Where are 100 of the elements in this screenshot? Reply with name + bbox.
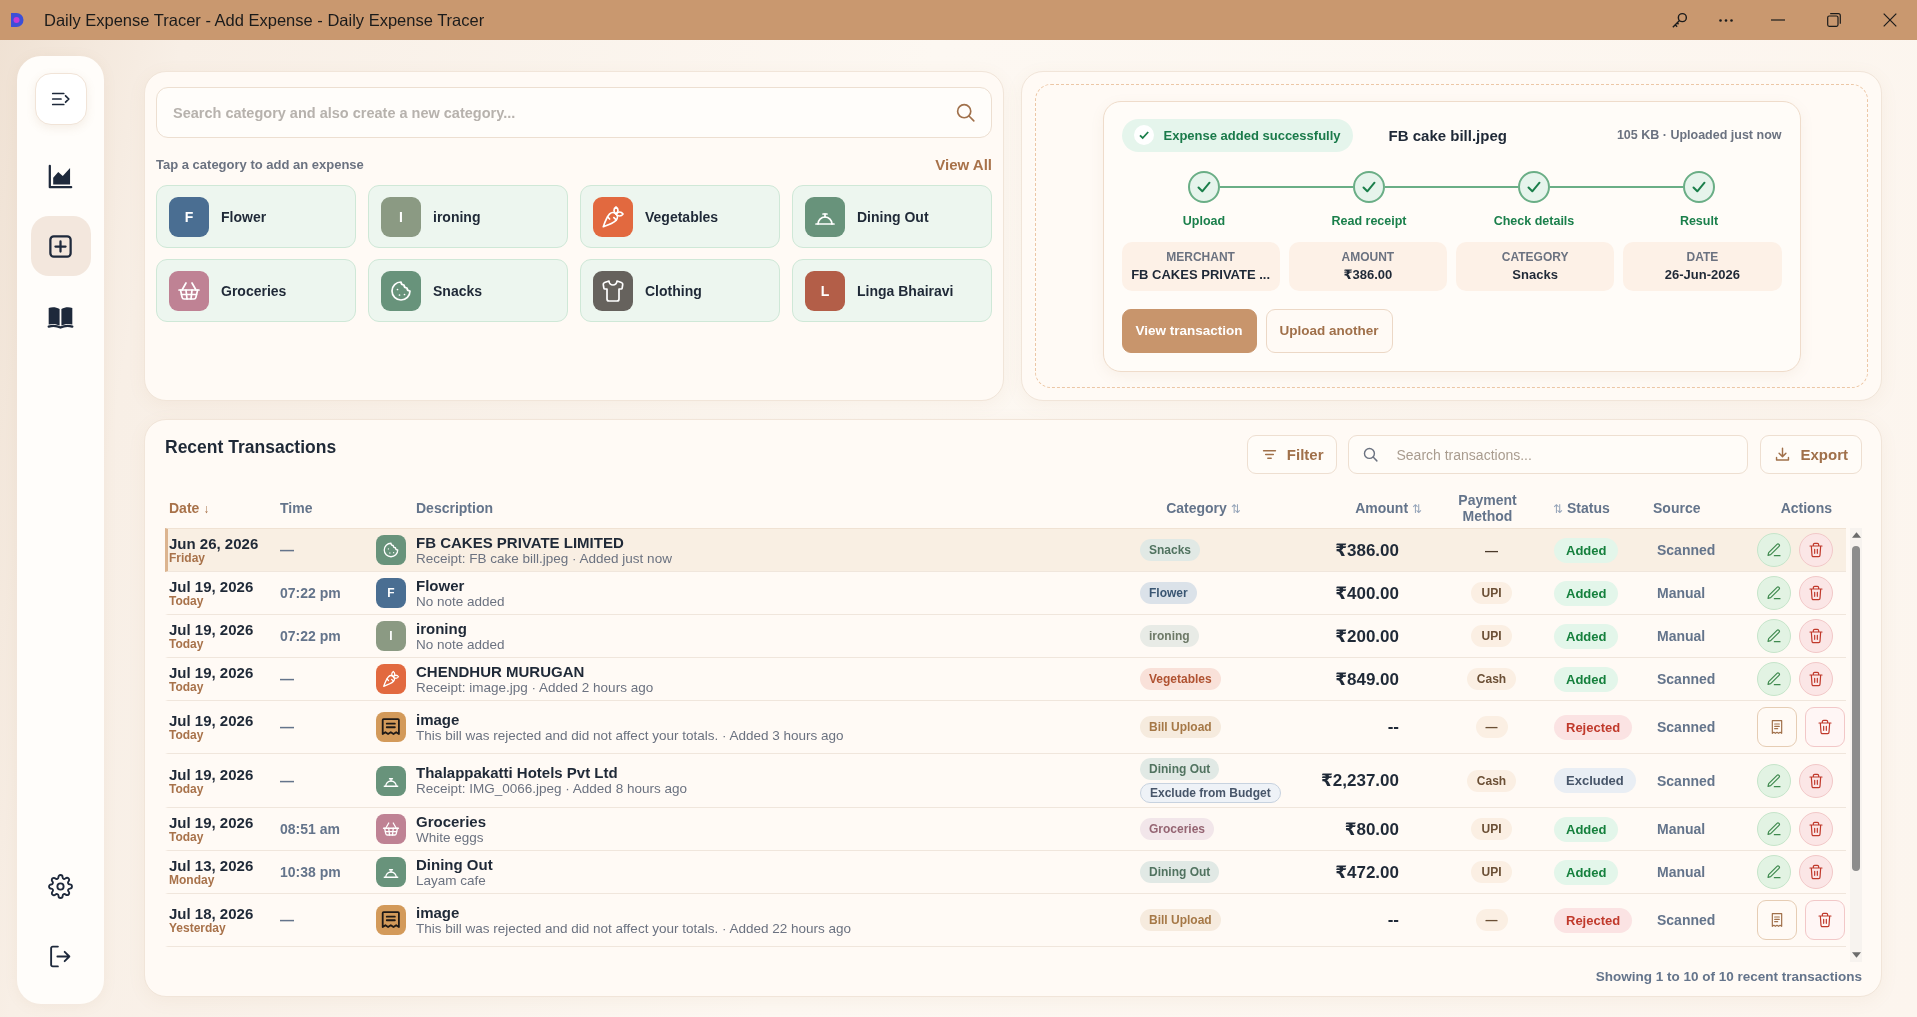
category-tag: Groceries (1140, 818, 1215, 840)
category-card[interactable]: L Linga Bhairavi (792, 259, 992, 322)
delete-button[interactable] (1799, 763, 1833, 798)
edit-button[interactable] (1757, 619, 1791, 653)
delete-button[interactable] (1805, 707, 1845, 747)
delete-button[interactable] (1799, 619, 1833, 653)
trash-icon (1817, 719, 1833, 735)
view-receipt-button[interactable] (1757, 900, 1797, 940)
table-row[interactable]: Jul 19, 2026 Today 08:51 am Groceries White eggs Groceries ₹80.00 UPI Added Manual (165, 808, 1846, 851)
table-row[interactable]: Jul 13, 2026 Monday 10:38 pm Dining Out Layam cafe Dining Out ₹472.00 UPI Added Manual (165, 851, 1846, 894)
category-tag: Vegetables (1140, 668, 1221, 690)
category-card[interactable]: Clothing (580, 259, 780, 322)
more-icon (1719, 18, 1733, 22)
category-search-field[interactable]: Search category and also create a new category... (156, 87, 992, 138)
column-header: Time (280, 499, 313, 516)
category-card[interactable]: Vegetables (580, 185, 780, 248)
column-header[interactable]: Amount ⇅ (1355, 499, 1422, 516)
category-tag: Flower (1140, 582, 1197, 604)
payment-method: Cash (1466, 769, 1517, 792)
file-name: FB cake bill.jpeg (1388, 126, 1507, 144)
trash-icon (1808, 671, 1824, 687)
initial-avatar: I (381, 196, 421, 237)
table-row[interactable]: Jul 19, 2026 Today 07:22 pm F Flower No note added Flower ₹400.00 UPI Added Manual (165, 572, 1846, 615)
transaction-search-field[interactable]: Search transactions... (1348, 435, 1749, 474)
upload-another-button[interactable]: Upload another (1265, 308, 1393, 353)
key-icon (1669, 10, 1689, 30)
search-icon (1362, 446, 1380, 463)
plus-square-icon (47, 232, 74, 260)
receipt-icon (1769, 912, 1785, 928)
settings-icon (48, 873, 73, 899)
row-date: Jul 19, 2026 (169, 578, 254, 595)
column-header[interactable]: Category ⇅ (1166, 499, 1241, 516)
delete-button[interactable] (1799, 576, 1833, 610)
edit-button[interactable] (1757, 855, 1791, 889)
edit-button[interactable] (1757, 662, 1791, 696)
row-title: Thalappakatti Hotels Pvt Ltd (416, 764, 619, 781)
detail-label: CATEGORY (1501, 250, 1569, 264)
row-amount: ₹80.00 (1344, 818, 1399, 840)
delete-button[interactable] (1799, 533, 1833, 567)
row-time: 07:22 pm (280, 585, 341, 601)
delete-button[interactable] (1799, 855, 1833, 889)
trash-icon (1808, 585, 1824, 601)
table-row[interactable]: Jul 19, 2026 Today — image This bill was rejected and did not affect your totals. · Added 3 hours ago Bill Upload -- — Rejected Scanned (165, 701, 1846, 754)
detail-label: DATE (1686, 250, 1719, 264)
row-title: Groceries (416, 812, 487, 830)
restore-icon (1827, 13, 1841, 27)
row-note: Layam cafe (416, 872, 487, 889)
row-source: Manual (1657, 585, 1706, 601)
payment-method: UPI (1471, 625, 1512, 647)
export-button[interactable]: Export (1760, 435, 1862, 474)
column-header: Description (416, 499, 493, 516)
edit-button[interactable] (1757, 576, 1791, 610)
row-source: Manual (1657, 628, 1706, 644)
file-info: 105 KB · Uploaded just now (1616, 128, 1782, 142)
row-date: Jul 19, 2026 (169, 712, 254, 729)
category-card[interactable]: Dining Out (792, 185, 992, 248)
table-row[interactable]: Jun 26, 2026 Friday — FB CAKES PRIVATE LIMITED Receipt: FB cake bill.jpeg · Added just now Snacks ₹386.00 — Added Scanned (165, 528, 1846, 572)
row-note: Receipt: IMG_0066.jpeg · Added 8 hours ago (416, 781, 687, 797)
scrollbar[interactable] (1850, 528, 1862, 962)
row-date: Jul 13, 2026 (169, 857, 254, 874)
scrollbar-thumb[interactable] (1852, 546, 1860, 871)
status-tag: Rejected (1554, 907, 1633, 933)
table-row[interactable]: Jul 18, 2026 Yesterday — image This bill was rejected and did not affect your totals. · Added 22 hours ago Bill Upload -- — Rejected Scanned (165, 894, 1846, 947)
trash-icon (1808, 772, 1824, 789)
trash-icon (1808, 628, 1824, 644)
delete-button[interactable] (1799, 662, 1833, 696)
delete-button[interactable] (1805, 900, 1845, 940)
edit-button[interactable] (1757, 763, 1791, 798)
category-card[interactable]: Snacks (368, 259, 568, 322)
category-card[interactable]: F Flower (156, 185, 356, 248)
table-row[interactable]: Jul 19, 2026 Today — CHENDHUR MURUGAN Receipt: image.jpg · Added 2 hours ago Vegetables ₹849.00 Cash Added Scanned (165, 658, 1846, 701)
initial-avatar: F (169, 196, 209, 237)
trash-icon (1817, 912, 1833, 928)
payment-method: — (1475, 909, 1508, 931)
category-card[interactable]: I ironing (368, 185, 568, 248)
view-all-link[interactable]: View All (935, 156, 992, 173)
view-receipt-button[interactable] (1757, 707, 1797, 747)
edit-button[interactable] (1757, 533, 1791, 567)
pencil-icon (1766, 864, 1782, 880)
pagination-summary: Showing 1 to 10 of 10 recent transactions (1595, 968, 1862, 986)
edit-button[interactable] (1757, 812, 1791, 846)
column-header[interactable]: Date ↓ (169, 499, 210, 516)
close-icon (1883, 13, 1897, 27)
status-tag: Added (1554, 623, 1619, 649)
table-row[interactable]: Jul 19, 2026 Today 07:22 pm I ironing No note added ironing ₹200.00 UPI Added Manual (165, 615, 1846, 658)
column-header[interactable]: ⇅ Status (1553, 499, 1610, 516)
category-card[interactable]: Groceries (156, 259, 356, 322)
row-amount: ₹849.00 (1335, 668, 1399, 690)
detail-label: AMOUNT (1341, 250, 1395, 264)
expand-menu-button[interactable] (34, 73, 87, 125)
row-amount: ₹2,237.00 (1321, 770, 1399, 791)
table-row[interactable]: Jul 19, 2026 Today — Thalappakatti Hotels Pvt Ltd Receipt: IMG_0066.jpeg · Added 8 hours ago Dining Out Exclude from Budget ₹2,237.00 Cash Excluded Scanned (165, 754, 1846, 808)
row-day: Today (169, 595, 204, 608)
row-time: — (280, 719, 294, 735)
payment-method: UPI (1471, 582, 1512, 604)
category-tag: ironing (1140, 625, 1199, 647)
row-date: Jul 19, 2026 (169, 765, 254, 783)
delete-button[interactable] (1799, 812, 1833, 846)
filter-button[interactable]: Filter (1246, 435, 1338, 474)
nav-item[interactable] (30, 216, 91, 276)
